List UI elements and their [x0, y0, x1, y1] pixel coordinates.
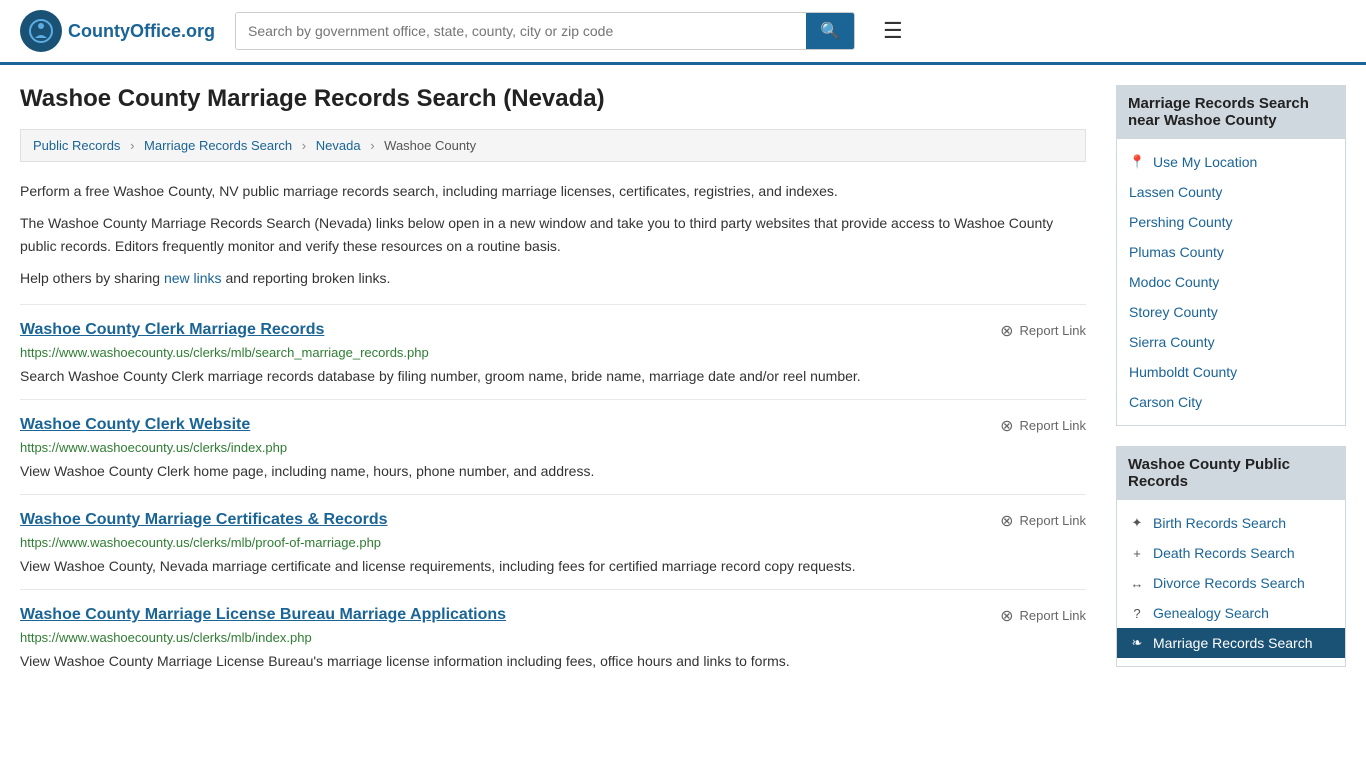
report-link-label: Report Link [1020, 418, 1086, 433]
search-bar: 🔍 [235, 12, 855, 50]
record-title-3[interactable]: Washoe County Marriage License Bureau Ma… [20, 606, 506, 624]
description: Perform a free Washoe County, NV public … [20, 180, 1086, 290]
page-title: Washoe County Marriage Records Search (N… [20, 85, 1086, 113]
main-container: Washoe County Marriage Records Search (N… [0, 65, 1366, 707]
report-icon: ⊗ [1000, 606, 1013, 626]
sidebar-nearby-item[interactable]: Storey County [1117, 297, 1345, 327]
sidebar-nearby-item[interactable]: Lassen County [1117, 177, 1345, 207]
record-type-label: Divorce Records Search [1153, 575, 1305, 591]
search-input[interactable] [236, 13, 806, 49]
sidebar-public-records-item[interactable]: ? Genealogy Search [1117, 598, 1345, 628]
record-type-label: Marriage Records Search [1153, 635, 1313, 651]
desc-para1: Perform a free Washoe County, NV public … [20, 180, 1086, 202]
report-link-0[interactable]: ⊗ Report Link [1000, 321, 1086, 341]
sidebar: Marriage Records Search near Washoe Coun… [1116, 85, 1346, 687]
desc-para3: Help others by sharing new links and rep… [20, 267, 1086, 289]
sidebar-nearby-section: Marriage Records Search near Washoe Coun… [1116, 85, 1346, 426]
content-area: Washoe County Marriage Records Search (N… [20, 85, 1086, 687]
record-type-icon: + [1129, 546, 1145, 561]
record-url-1[interactable]: https://www.washoecounty.us/clerks/index… [20, 440, 1086, 455]
sidebar-nearby-item[interactable]: Pershing County [1117, 207, 1345, 237]
report-icon: ⊗ [1000, 416, 1013, 436]
report-link-label: Report Link [1020, 323, 1086, 338]
logo-area[interactable]: CountyOffice.org [20, 10, 215, 52]
report-link-2[interactable]: ⊗ Report Link [1000, 511, 1086, 531]
record-desc-2: View Washoe County, Nevada marriage cert… [20, 556, 1086, 577]
record-item: Washoe County Marriage License Bureau Ma… [20, 589, 1086, 684]
record-desc-3: View Washoe County Marriage License Bure… [20, 651, 1086, 672]
report-icon: ⊗ [1000, 321, 1013, 341]
record-item: Washoe County Clerk Marriage Records ⊗ R… [20, 304, 1086, 399]
sidebar-nearby-header: Marriage Records Search near Washoe Coun… [1116, 85, 1346, 139]
record-type-label: Death Records Search [1153, 545, 1295, 561]
record-type-icon: ↔ [1129, 576, 1145, 591]
sidebar-public-records-header: Washoe County Public Records [1116, 446, 1346, 500]
sidebar-public-records-section: Washoe County Public Records ✦ Birth Reco… [1116, 446, 1346, 667]
record-title-0[interactable]: Washoe County Clerk Marriage Records [20, 321, 324, 339]
record-url-0[interactable]: https://www.washoecounty.us/clerks/mlb/s… [20, 345, 1086, 360]
report-link-label: Report Link [1020, 608, 1086, 623]
menu-button[interactable]: ☰ [875, 14, 911, 48]
sidebar-nearby-items: Lassen CountyPershing CountyPlumas Count… [1117, 177, 1345, 417]
sidebar-nearby-content: 📍 Use My Location Lassen CountyPershing … [1116, 139, 1346, 426]
logo-text: CountyOffice.org [68, 21, 215, 42]
sidebar-public-records-content: ✦ Birth Records Search + Death Records Sear… [1116, 500, 1346, 667]
record-item: Washoe County Clerk Website ⊗ Report Lin… [20, 399, 1086, 494]
record-type-icon: ✦ [1129, 515, 1145, 531]
sidebar-nearby-item[interactable]: Modoc County [1117, 267, 1345, 297]
header: CountyOffice.org 🔍 ☰ [0, 0, 1366, 65]
location-icon: 📍 [1129, 154, 1145, 170]
record-title-2[interactable]: Washoe County Marriage Certificates & Re… [20, 511, 388, 529]
breadcrumb: Public Records › Marriage Records Search… [20, 129, 1086, 162]
report-link-3[interactable]: ⊗ Report Link [1000, 606, 1086, 626]
record-url-3[interactable]: https://www.washoecounty.us/clerks/mlb/i… [20, 630, 1086, 645]
report-link-label: Report Link [1020, 513, 1086, 528]
sidebar-public-records-items: ✦ Birth Records Search + Death Records Sear… [1117, 508, 1345, 658]
record-desc-0: Search Washoe County Clerk marriage reco… [20, 366, 1086, 387]
record-type-label: Birth Records Search [1153, 515, 1286, 531]
record-desc-1: View Washoe County Clerk home page, incl… [20, 461, 1086, 482]
sidebar-public-records-item[interactable]: ✦ Birth Records Search [1117, 508, 1345, 538]
breadcrumb-nevada[interactable]: Nevada [316, 138, 361, 153]
sidebar-nearby-item[interactable]: Plumas County [1117, 237, 1345, 267]
record-type-label: Genealogy Search [1153, 605, 1269, 621]
breadcrumb-washoe: Washoe County [384, 138, 476, 153]
record-type-icon: ❧ [1129, 635, 1145, 651]
breadcrumb-public-records[interactable]: Public Records [33, 138, 120, 153]
sidebar-public-records-item[interactable]: ❧ Marriage Records Search [1117, 628, 1345, 658]
record-title-1[interactable]: Washoe County Clerk Website [20, 416, 250, 434]
records-list: Washoe County Clerk Marriage Records ⊗ R… [20, 304, 1086, 684]
sidebar-public-records-item[interactable]: + Death Records Search [1117, 538, 1345, 568]
use-my-location[interactable]: 📍 Use My Location [1117, 147, 1345, 177]
sidebar-nearby-item[interactable]: Carson City [1117, 387, 1345, 417]
report-icon: ⊗ [1000, 511, 1013, 531]
search-icon: 🔍 [820, 23, 840, 40]
sidebar-nearby-item[interactable]: Sierra County [1117, 327, 1345, 357]
new-links-link[interactable]: new links [164, 270, 222, 286]
record-item: Washoe County Marriage Certificates & Re… [20, 494, 1086, 589]
report-link-1[interactable]: ⊗ Report Link [1000, 416, 1086, 436]
record-url-2[interactable]: https://www.washoecounty.us/clerks/mlb/p… [20, 535, 1086, 550]
logo-icon [20, 10, 62, 52]
sidebar-public-records-item[interactable]: ↔ Divorce Records Search [1117, 568, 1345, 598]
desc-para2: The Washoe County Marriage Records Searc… [20, 212, 1086, 257]
search-button[interactable]: 🔍 [806, 13, 854, 49]
sidebar-nearby-item[interactable]: Humboldt County [1117, 357, 1345, 387]
record-type-icon: ? [1129, 606, 1145, 621]
breadcrumb-marriage-records[interactable]: Marriage Records Search [144, 138, 292, 153]
